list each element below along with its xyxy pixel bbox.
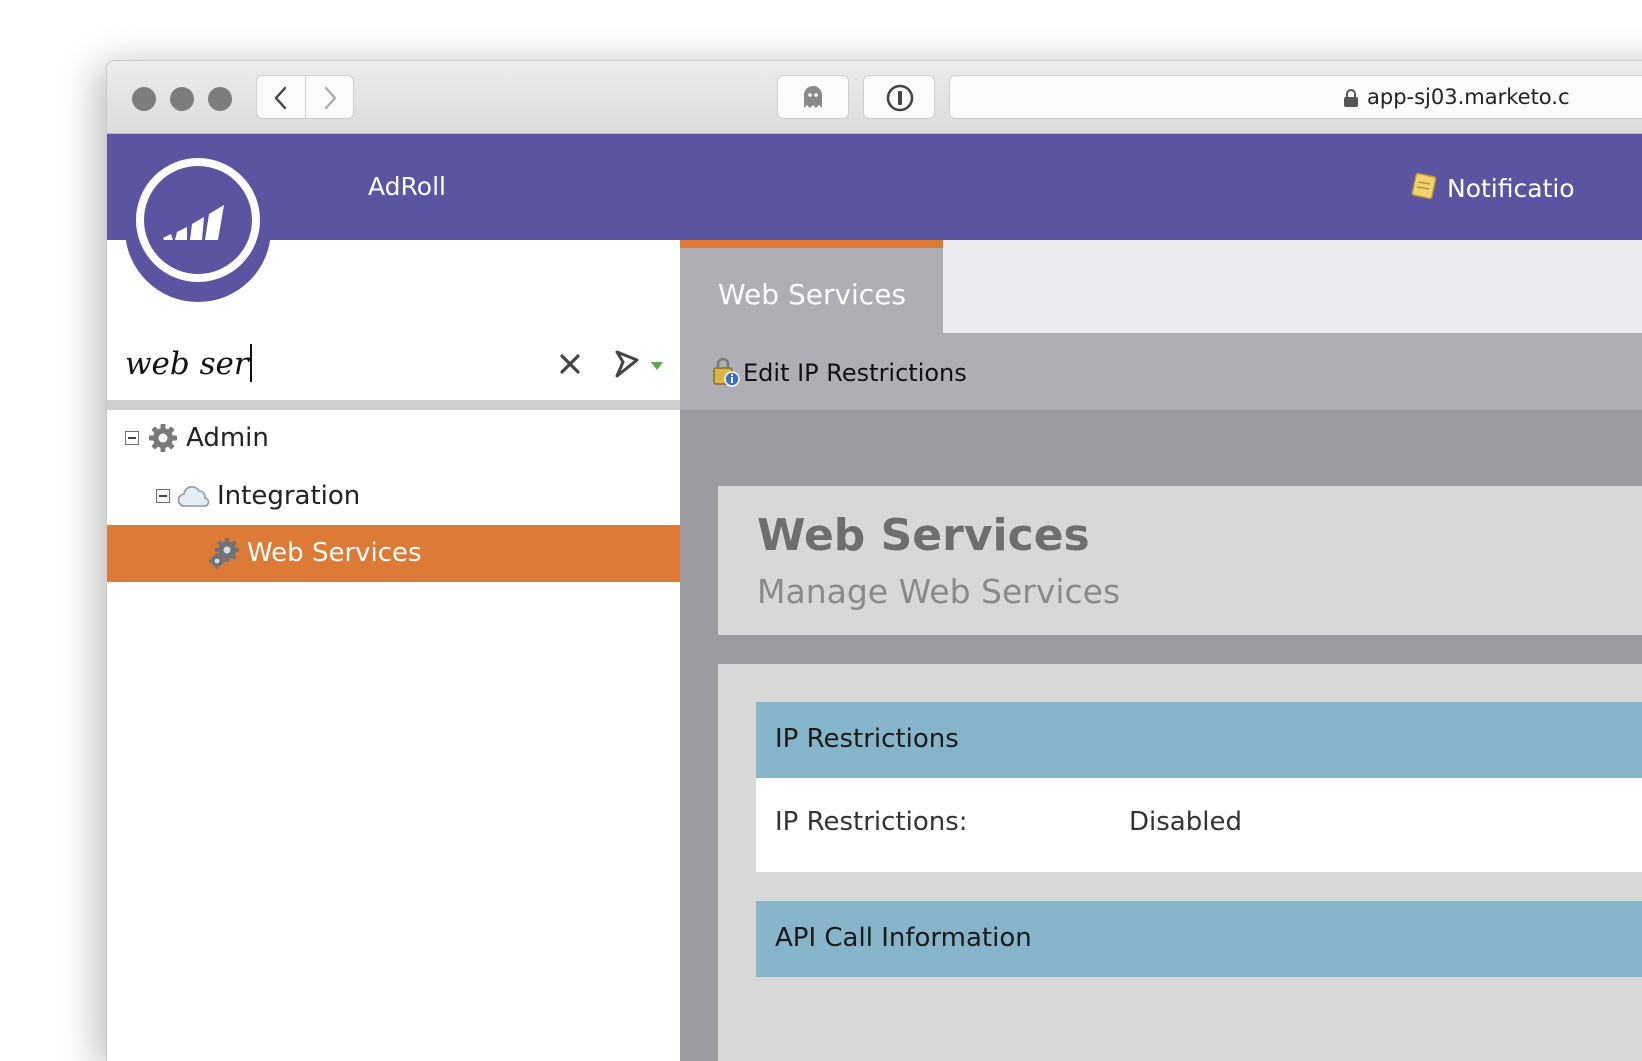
- window-minimize-button[interactable]: [170, 87, 194, 111]
- page-header-card: Web Services Manage Web Services: [718, 486, 1642, 635]
- main-content-panel: Web Services Edit IP Restrictions Web Se…: [680, 240, 1642, 1061]
- lock-icon: [1344, 89, 1358, 107]
- marketo-logo[interactable]: [125, 156, 271, 302]
- password-manager-button[interactable]: [863, 75, 935, 119]
- browser-toolbar: app-sj03.marketo.c: [107, 61, 1642, 134]
- collapse-toggle-icon[interactable]: [156, 489, 170, 503]
- ip-restrictions-row: IP Restrictions: Disabled: [756, 778, 1642, 872]
- gear-icon: [149, 424, 177, 452]
- notifications-label: Notificatio: [1447, 174, 1575, 203]
- address-bar[interactable]: app-sj03.marketo.c: [949, 75, 1642, 119]
- collapse-toggle-icon[interactable]: [125, 431, 139, 445]
- ghost-icon: [804, 86, 822, 108]
- action-toolbar: Edit IP Restrictions: [680, 333, 1642, 410]
- field-label: IP Restrictions:: [775, 807, 968, 837]
- tree-item-integration[interactable]: Integration: [107, 468, 680, 524]
- tab-strip: Web Services: [680, 240, 1642, 333]
- back-button[interactable]: [257, 76, 305, 118]
- filter-funnel-icon[interactable]: [615, 346, 671, 380]
- ghostery-extension-button[interactable]: [777, 75, 849, 119]
- page-title: Web Services: [757, 510, 1090, 561]
- chevron-left-icon: [274, 86, 287, 110]
- notifications-link[interactable]: Notificatio: [1409, 171, 1575, 203]
- browser-window: app-sj03.marketo.c AdRoll Notificatio we…: [106, 60, 1642, 1061]
- org-name: AdRoll: [368, 172, 446, 201]
- section-heading: IP Restrictions: [775, 724, 959, 754]
- tab-web-services[interactable]: Web Services: [680, 240, 943, 333]
- password-manager-icon: [886, 84, 914, 112]
- tree-item-label: Integration: [217, 481, 361, 511]
- api-call-info-section-header: API Call Information: [756, 901, 1642, 977]
- field-value: Disabled: [1129, 807, 1242, 837]
- url-text: app-sj03.marketo.c: [1367, 85, 1570, 109]
- clear-search-icon[interactable]: [559, 353, 581, 375]
- chevron-right-icon: [324, 86, 337, 110]
- tree-item-web-services[interactable]: Web Services: [107, 525, 680, 582]
- tree-item-label: Web Services: [247, 538, 422, 568]
- search-input[interactable]: web ser: [125, 344, 252, 382]
- section-heading: API Call Information: [775, 923, 1032, 953]
- edit-ip-restrictions-label: Edit IP Restrictions: [743, 359, 967, 387]
- tree-item-label: Admin: [186, 423, 269, 453]
- left-nav-panel: web ser Admin Integration Web Services: [107, 240, 680, 1061]
- forward-button[interactable]: [306, 76, 354, 118]
- history-nav: [256, 75, 354, 119]
- page-subtitle: Manage Web Services: [757, 572, 1121, 611]
- notepad-icon: [1411, 172, 1437, 200]
- settings-card: IP Restrictions IP Restrictions: Disable…: [718, 664, 1642, 1061]
- lock-info-icon: [713, 357, 740, 387]
- app-header: AdRoll Notificatio: [107, 134, 1642, 240]
- edit-ip-restrictions-button[interactable]: Edit IP Restrictions: [711, 355, 967, 387]
- marketo-logo-icon: [136, 158, 260, 282]
- gears-icon: [209, 538, 239, 569]
- tree-item-admin[interactable]: Admin: [107, 410, 680, 466]
- window-zoom-button[interactable]: [208, 87, 232, 111]
- window-close-button[interactable]: [132, 87, 156, 111]
- cloud-icon: [177, 486, 210, 507]
- ip-restrictions-section-header: IP Restrictions: [756, 702, 1642, 778]
- tab-label: Web Services: [718, 278, 907, 311]
